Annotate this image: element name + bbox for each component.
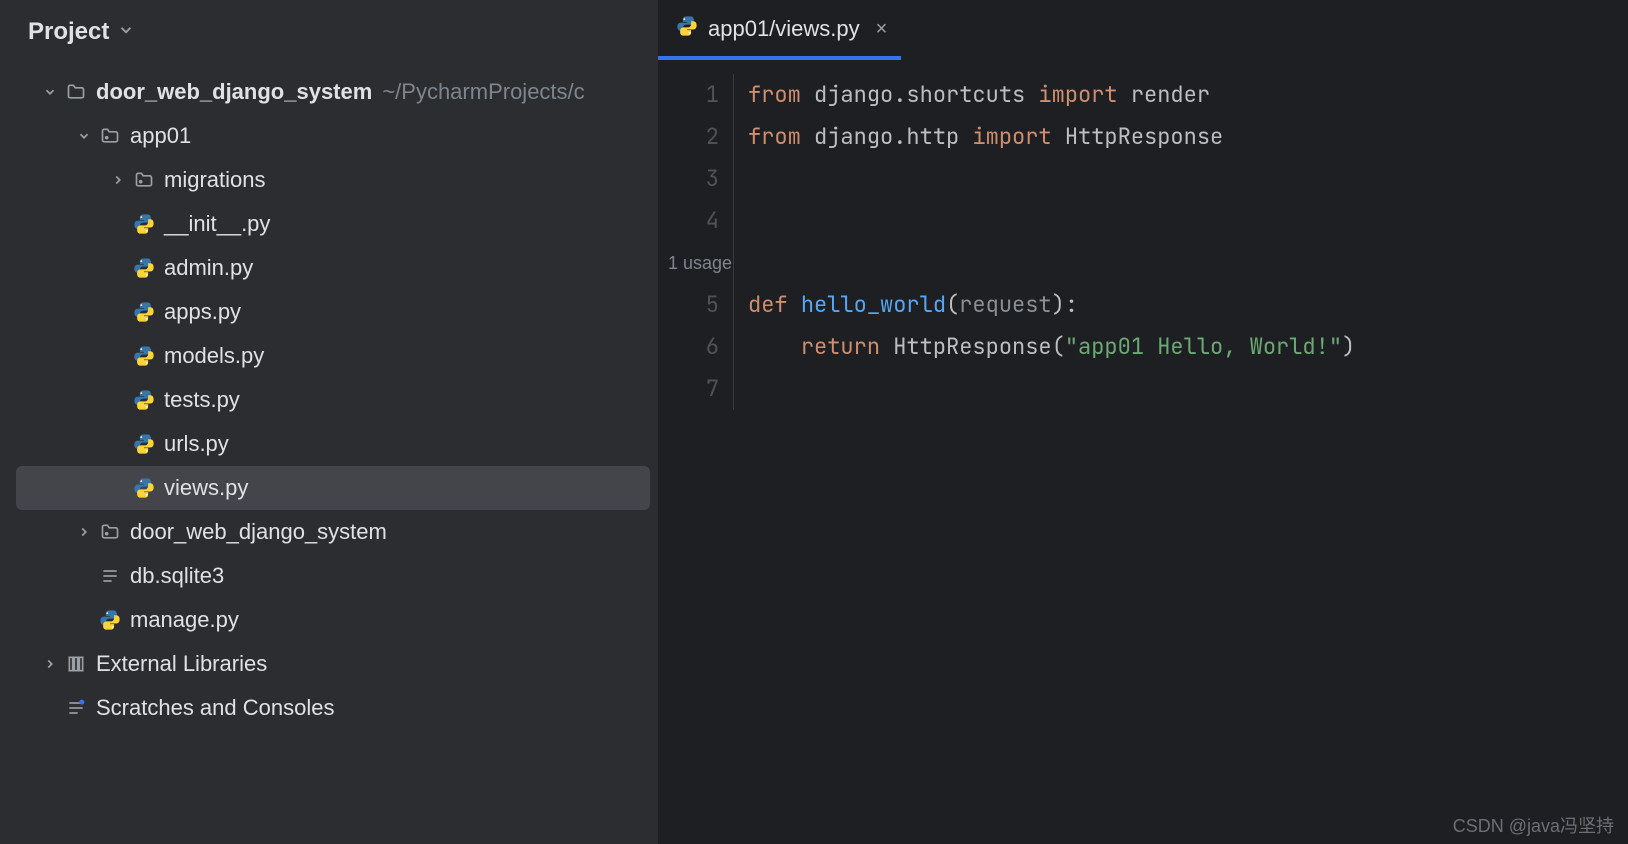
- package-folder-icon: [130, 170, 158, 190]
- tree-scratches[interactable]: Scratches and Consoles: [16, 686, 650, 730]
- tree-root-label: door_web_django_system: [96, 79, 372, 105]
- tree-label: door_web_django_system: [130, 519, 387, 545]
- tree-label: models.py: [164, 343, 264, 369]
- python-file-icon: [130, 345, 158, 367]
- line-number: 1: [658, 74, 719, 116]
- code-line: [748, 158, 1355, 200]
- library-icon: [62, 654, 90, 674]
- line-number: 6: [658, 326, 719, 368]
- chevron-down-icon: [72, 129, 96, 143]
- tree-file-views[interactable]: views.py: [16, 466, 650, 510]
- chevron-right-icon: [72, 525, 96, 539]
- python-file-icon: [130, 213, 158, 235]
- package-folder-icon: [96, 126, 124, 146]
- tree-label: External Libraries: [96, 651, 267, 677]
- tree-label: app01: [130, 123, 191, 149]
- editor-pane: app01/views.py × 1 2 3 4 1 usage 5 6 7 f…: [658, 0, 1628, 844]
- usage-hint[interactable]: 1 usage: [658, 242, 719, 284]
- code-area[interactable]: 1 2 3 4 1 usage 5 6 7 from django.shortc…: [658, 58, 1628, 410]
- tree-label: apps.py: [164, 299, 241, 325]
- chevron-down-icon: [117, 21, 135, 44]
- code-line: from django.shortcuts import render: [748, 74, 1355, 116]
- sidebar-header[interactable]: Project: [0, 18, 658, 70]
- line-number: 2: [658, 116, 719, 158]
- tree-root[interactable]: door_web_django_system ~/PycharmProjects…: [16, 70, 650, 114]
- python-file-icon: [130, 301, 158, 323]
- folder-icon: [62, 82, 90, 102]
- sidebar-title: Project: [28, 18, 109, 46]
- tree-label: tests.py: [164, 387, 240, 413]
- python-file-icon: [130, 433, 158, 455]
- code-line: from django.http import HttpResponse: [748, 116, 1355, 158]
- tree-folder-package[interactable]: door_web_django_system: [16, 510, 650, 554]
- line-number: 3: [658, 158, 719, 200]
- tree-folder-migrations[interactable]: migrations: [16, 158, 650, 202]
- tree-label: urls.py: [164, 431, 229, 457]
- line-number: 5: [658, 284, 719, 326]
- project-sidebar: Project door_web_django_system ~/Pycharm…: [0, 0, 658, 844]
- tree-label: admin.py: [164, 255, 253, 281]
- watermark: CSDN @java冯坚持: [1453, 812, 1614, 838]
- line-number: 4: [658, 200, 719, 242]
- tree-external-libraries[interactable]: External Libraries: [16, 642, 650, 686]
- code-line: [748, 368, 1355, 410]
- tree-file-admin[interactable]: admin.py: [16, 246, 650, 290]
- tree-label: __init__.py: [164, 211, 270, 237]
- tree-file-manage[interactable]: manage.py: [16, 598, 650, 642]
- tree-label: Scratches and Consoles: [96, 695, 334, 721]
- chevron-down-icon: [38, 85, 62, 99]
- tree-label: db.sqlite3: [130, 563, 224, 589]
- gutter: 1 2 3 4 1 usage 5 6 7: [658, 74, 734, 410]
- python-file-icon: [96, 609, 124, 631]
- code-line: def hello_world(request):: [748, 284, 1355, 326]
- tree-label: manage.py: [130, 607, 239, 633]
- tab-label: app01/views.py: [708, 16, 860, 42]
- code-line: [748, 242, 1355, 284]
- tree-folder-app01[interactable]: app01: [16, 114, 650, 158]
- code-content[interactable]: from django.shortcuts import render from…: [734, 74, 1355, 410]
- tree-file-urls[interactable]: urls.py: [16, 422, 650, 466]
- line-number: 7: [658, 368, 719, 410]
- code-line: [748, 200, 1355, 242]
- project-tree: door_web_django_system ~/PycharmProjects…: [0, 70, 658, 730]
- tree-file-models[interactable]: models.py: [16, 334, 650, 378]
- tree-label: migrations: [164, 167, 265, 193]
- python-file-icon: [676, 15, 698, 43]
- tree-label: views.py: [164, 475, 248, 501]
- package-folder-icon: [96, 522, 124, 542]
- python-file-icon: [130, 389, 158, 411]
- scratches-icon: [62, 698, 90, 718]
- tree-file-tests[interactable]: tests.py: [16, 378, 650, 422]
- editor-tab-views[interactable]: app01/views.py ×: [658, 0, 901, 58]
- tree-file-init[interactable]: __init__.py: [16, 202, 650, 246]
- python-file-icon: [130, 477, 158, 499]
- text-file-icon: [96, 566, 124, 586]
- chevron-right-icon: [106, 173, 130, 187]
- tree-file-db[interactable]: db.sqlite3: [16, 554, 650, 598]
- code-line: return HttpResponse("app01 Hello, World!…: [748, 326, 1355, 368]
- python-file-icon: [130, 257, 158, 279]
- close-icon[interactable]: ×: [876, 18, 888, 41]
- tree-root-path: ~/PycharmProjects/c: [382, 79, 584, 105]
- editor-tabs: app01/views.py ×: [658, 0, 1628, 58]
- tree-file-apps[interactable]: apps.py: [16, 290, 650, 334]
- chevron-right-icon: [38, 657, 62, 671]
